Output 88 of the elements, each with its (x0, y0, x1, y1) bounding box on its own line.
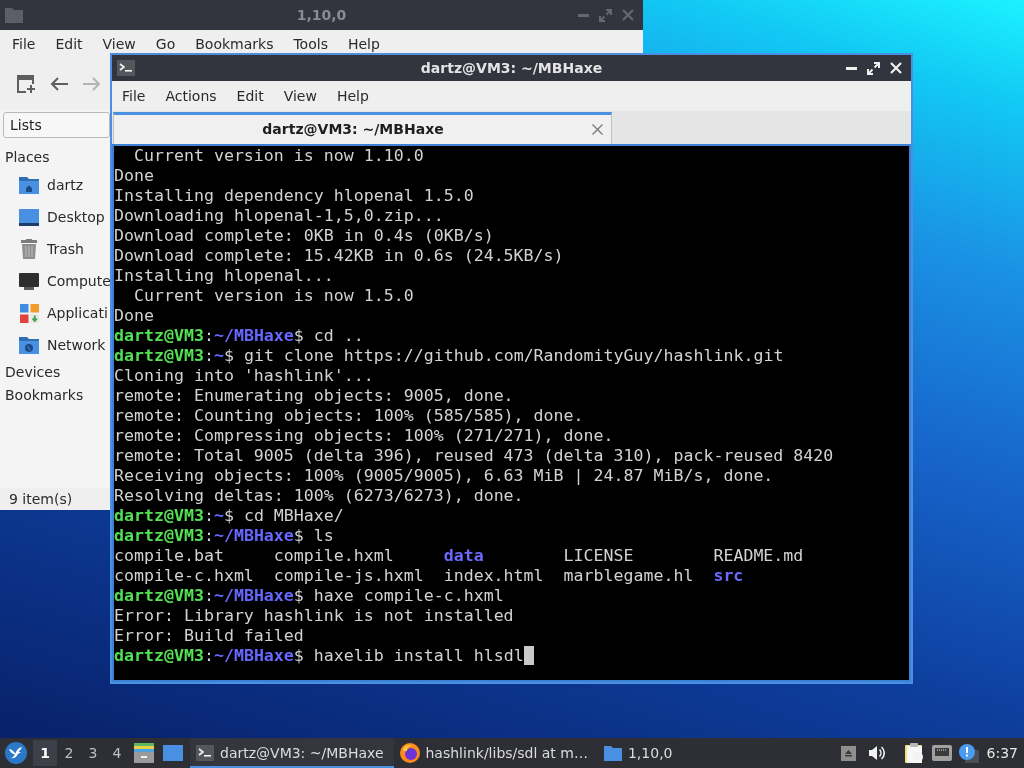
output-line: remote: Counting objects: 100% (585/585), done. (114, 406, 584, 425)
menu-item[interactable]: Tools (283, 34, 338, 54)
workspace-button[interactable]: 2 (57, 740, 81, 766)
tab[interactable]: dartz@VM3: ~/MBHaxe (113, 112, 612, 144)
output-line: Downloading hlopenal-1,5,0.zip... (114, 206, 444, 225)
place-item[interactable]: dartz (47, 174, 84, 196)
terminal-icon (117, 60, 135, 76)
place-item[interactable]: Applicati (47, 302, 108, 324)
back-arrow-icon[interactable] (50, 77, 68, 91)
output-line: Cloning into 'hashlink'... (114, 366, 374, 385)
directory-entry: src (713, 566, 744, 586)
menu-item[interactable]: Actions (155, 86, 227, 106)
place-item[interactable]: Trash (47, 238, 84, 260)
place-item[interactable]: Compute (47, 270, 111, 292)
file-entry: compile-js.hxml (273, 566, 424, 586)
trash-icon (21, 239, 37, 259)
place-item[interactable]: Desktop (47, 206, 105, 228)
menu-item[interactable]: Help (337, 34, 390, 54)
new-tab-icon[interactable] (17, 75, 35, 93)
file-entry: compile.bat (114, 546, 224, 566)
home-folder-icon (19, 176, 39, 194)
output-line: Done (114, 306, 154, 325)
browser-icon (399, 743, 420, 763)
prompt-line: dartz@VM3:~/MBHaxe$ haxelib install hlsdl (114, 646, 524, 665)
menu-item[interactable]: File (2, 34, 46, 54)
output-line: Current version is now 1.10.0 (132, 146, 424, 165)
prompt-line: dartz@VM3:~/MBHaxe$ cd .. (114, 326, 364, 345)
file-entry: marblegame.hl (563, 566, 694, 586)
output-line: Receiving objects: 100% (9005/9005), 6.63 MiB | 24.87 MiB/s, done. (114, 466, 774, 485)
speaker-icon[interactable] (868, 745, 885, 761)
folder-icon (5, 7, 23, 23)
output-line: remote: Compressing objects: 100% (271/271), done. (114, 426, 614, 445)
section-heading: Devices (5, 363, 61, 381)
output-line: remote: Total 9005 (delta 396), reused 473 (delta 310), pack-reused 8420 (114, 446, 834, 465)
output-line: Error: Build failed (114, 626, 304, 645)
menu-item[interactable]: File (112, 86, 156, 106)
monitor-icon (19, 272, 39, 290)
view-mode-dropdown[interactable]: Lists (3, 112, 110, 138)
output-line: remote: Enumerating objects: 9005, done. (114, 386, 514, 405)
prompt-line: dartz@VM3:~/MBHaxe$ ls (114, 526, 334, 545)
network-icon[interactable] (931, 745, 952, 761)
clock: 6:37 (986, 743, 1018, 763)
output-line: Current version is now 1.5.0 (132, 286, 414, 305)
menu-item[interactable]: View (92, 34, 146, 54)
workspace-button[interactable]: 4 (105, 740, 129, 766)
app-grid-icon (19, 303, 39, 323)
menu-item[interactable]: Edit (45, 34, 93, 54)
folder-icon (603, 745, 622, 761)
window-title: 1,10,0 (296, 5, 347, 25)
file-entry: README.md (713, 546, 804, 566)
terminal-icon (196, 745, 214, 761)
workspace-button[interactable]: 1 (33, 740, 57, 766)
output-line: Resolving deltas: 100% (6273/6273), done. (114, 486, 524, 505)
section-heading: Bookmarks (5, 386, 84, 404)
directory-entry: data (443, 546, 484, 566)
desktop-icon (19, 208, 39, 226)
prompt-line: dartz@VM3:~/MBHaxe$ haxe compile-c.hxml (114, 586, 504, 605)
update-alert-icon[interactable] (958, 743, 979, 763)
file-entry: compile.hxml (273, 546, 394, 566)
status-text: 9 item(s) (9, 489, 73, 509)
minimize-icon[interactable] (846, 66, 857, 70)
file-entry: index.html (443, 566, 544, 586)
output-line: Error: Library hashlink is not installed (114, 606, 514, 625)
eject-icon[interactable] (840, 745, 856, 761)
workspace-button[interactable]: 3 (81, 740, 105, 766)
menu-item[interactable]: Go (145, 34, 186, 54)
section-heading: Places (5, 148, 50, 166)
output-line: Download complete: 15.42KB in 0.6s (24.5KB/s) (114, 246, 564, 265)
network-folder-icon (19, 336, 39, 354)
window-title: dartz@VM3: ~/MBHaxe (420, 58, 603, 78)
output-line: Done (114, 166, 154, 185)
bird-logo-icon[interactable] (5, 742, 27, 764)
menu-item[interactable]: Edit (226, 86, 274, 106)
task-button[interactable]: hashlink/libs/sdl at m… (393, 738, 598, 768)
prompt-line: dartz@VM3:~$ cd MBHaxe/ (114, 506, 344, 525)
prompt-line: dartz@VM3:~$ git clone https://github.com/RandomityGuy/hashlink.git (114, 346, 784, 365)
task-button[interactable]: 1,10,0 (597, 738, 683, 768)
file-entry: compile-c.hxml (114, 566, 254, 586)
file-entry: LICENSE (563, 546, 634, 566)
task-button[interactable]: dartz@VM3: ~/MBHaxe (190, 738, 394, 768)
output-line: Installing hlopenal... (114, 266, 334, 285)
output-line: Download complete: 0KB in 0.4s (0KB/s) (114, 226, 494, 245)
menu-item[interactable]: Bookmarks (185, 34, 284, 54)
menu-item[interactable]: Help (326, 86, 379, 106)
clipboard-icon[interactable] (904, 743, 924, 763)
menu-item[interactable]: View (273, 86, 327, 106)
output-line: Installing dependency hlopenal 1.5.0 (114, 186, 474, 205)
place-item[interactable]: Network (47, 334, 106, 356)
